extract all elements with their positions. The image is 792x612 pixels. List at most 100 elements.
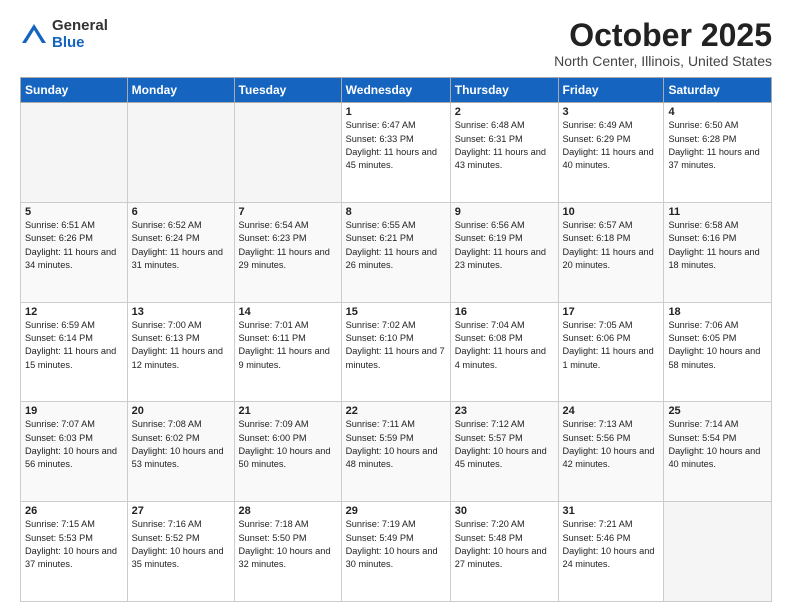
table-row: 16Sunrise: 7:04 AMSunset: 6:08 PMDayligh… [450,302,558,402]
col-thursday: Thursday [450,78,558,103]
day-number: 26 [25,505,123,517]
day-info: Sunrise: 7:07 AMSunset: 6:03 PMDaylight:… [25,418,123,471]
logo-blue: Blue [52,35,108,52]
table-row: 28Sunrise: 7:18 AMSunset: 5:50 PMDayligh… [234,502,341,602]
col-monday: Monday [127,78,234,103]
page: General Blue October 2025 North Center, … [0,0,792,612]
header: General Blue October 2025 North Center, … [20,18,772,69]
calendar-week-row: 19Sunrise: 7:07 AMSunset: 6:03 PMDayligh… [21,402,772,502]
day-info: Sunrise: 7:05 AMSunset: 6:06 PMDaylight:… [563,319,660,372]
day-number: 1 [346,106,446,118]
table-row: 5Sunrise: 6:51 AMSunset: 6:26 PMDaylight… [21,202,128,302]
calendar-week-row: 12Sunrise: 6:59 AMSunset: 6:14 PMDayligh… [21,302,772,402]
table-row: 14Sunrise: 7:01 AMSunset: 6:11 PMDayligh… [234,302,341,402]
day-number: 24 [563,405,660,417]
day-number: 2 [455,106,554,118]
location: North Center, Illinois, United States [554,53,772,69]
day-number: 25 [668,405,767,417]
day-info: Sunrise: 7:04 AMSunset: 6:08 PMDaylight:… [455,319,554,372]
table-row: 9Sunrise: 6:56 AMSunset: 6:19 PMDaylight… [450,202,558,302]
day-number: 9 [455,206,554,218]
day-info: Sunrise: 6:54 AMSunset: 6:23 PMDaylight:… [239,219,337,272]
calendar: Sunday Monday Tuesday Wednesday Thursday… [20,77,772,602]
table-row: 20Sunrise: 7:08 AMSunset: 6:02 PMDayligh… [127,402,234,502]
day-number: 31 [563,505,660,517]
table-row: 7Sunrise: 6:54 AMSunset: 6:23 PMDaylight… [234,202,341,302]
day-number: 27 [132,505,230,517]
day-number: 13 [132,306,230,318]
day-number: 18 [668,306,767,318]
day-number: 30 [455,505,554,517]
day-number: 19 [25,405,123,417]
calendar-week-row: 5Sunrise: 6:51 AMSunset: 6:26 PMDaylight… [21,202,772,302]
day-info: Sunrise: 6:55 AMSunset: 6:21 PMDaylight:… [346,219,446,272]
table-row [234,103,341,203]
day-info: Sunrise: 6:50 AMSunset: 6:28 PMDaylight:… [668,119,767,172]
day-info: Sunrise: 7:13 AMSunset: 5:56 PMDaylight:… [563,418,660,471]
day-info: Sunrise: 6:51 AMSunset: 6:26 PMDaylight:… [25,219,123,272]
day-number: 21 [239,405,337,417]
day-number: 29 [346,505,446,517]
table-row [127,103,234,203]
month-title: October 2025 [554,18,772,53]
day-info: Sunrise: 7:00 AMSunset: 6:13 PMDaylight:… [132,319,230,372]
table-row: 10Sunrise: 6:57 AMSunset: 6:18 PMDayligh… [558,202,664,302]
table-row: 17Sunrise: 7:05 AMSunset: 6:06 PMDayligh… [558,302,664,402]
day-number: 23 [455,405,554,417]
table-row: 19Sunrise: 7:07 AMSunset: 6:03 PMDayligh… [21,402,128,502]
day-number: 14 [239,306,337,318]
day-info: Sunrise: 7:15 AMSunset: 5:53 PMDaylight:… [25,518,123,571]
table-row: 6Sunrise: 6:52 AMSunset: 6:24 PMDaylight… [127,202,234,302]
day-info: Sunrise: 6:49 AMSunset: 6:29 PMDaylight:… [563,119,660,172]
table-row: 22Sunrise: 7:11 AMSunset: 5:59 PMDayligh… [341,402,450,502]
table-row: 24Sunrise: 7:13 AMSunset: 5:56 PMDayligh… [558,402,664,502]
day-number: 5 [25,206,123,218]
day-number: 16 [455,306,554,318]
day-number: 22 [346,405,446,417]
day-info: Sunrise: 7:06 AMSunset: 6:05 PMDaylight:… [668,319,767,372]
table-row [21,103,128,203]
table-row: 1Sunrise: 6:47 AMSunset: 6:33 PMDaylight… [341,103,450,203]
day-info: Sunrise: 6:52 AMSunset: 6:24 PMDaylight:… [132,219,230,272]
table-row: 2Sunrise: 6:48 AMSunset: 6:31 PMDaylight… [450,103,558,203]
header-row: Sunday Monday Tuesday Wednesday Thursday… [21,78,772,103]
day-info: Sunrise: 6:48 AMSunset: 6:31 PMDaylight:… [455,119,554,172]
day-info: Sunrise: 6:58 AMSunset: 6:16 PMDaylight:… [668,219,767,272]
table-row: 11Sunrise: 6:58 AMSunset: 6:16 PMDayligh… [664,202,772,302]
calendar-week-row: 26Sunrise: 7:15 AMSunset: 5:53 PMDayligh… [21,502,772,602]
col-saturday: Saturday [664,78,772,103]
table-row: 23Sunrise: 7:12 AMSunset: 5:57 PMDayligh… [450,402,558,502]
day-info: Sunrise: 7:20 AMSunset: 5:48 PMDaylight:… [455,518,554,571]
table-row: 26Sunrise: 7:15 AMSunset: 5:53 PMDayligh… [21,502,128,602]
day-number: 8 [346,206,446,218]
table-row: 29Sunrise: 7:19 AMSunset: 5:49 PMDayligh… [341,502,450,602]
table-row: 4Sunrise: 6:50 AMSunset: 6:28 PMDaylight… [664,103,772,203]
table-row: 30Sunrise: 7:20 AMSunset: 5:48 PMDayligh… [450,502,558,602]
col-friday: Friday [558,78,664,103]
table-row: 15Sunrise: 7:02 AMSunset: 6:10 PMDayligh… [341,302,450,402]
calendar-week-row: 1Sunrise: 6:47 AMSunset: 6:33 PMDaylight… [21,103,772,203]
day-number: 3 [563,106,660,118]
table-row [664,502,772,602]
day-info: Sunrise: 6:57 AMSunset: 6:18 PMDaylight:… [563,219,660,272]
day-number: 28 [239,505,337,517]
day-info: Sunrise: 7:11 AMSunset: 5:59 PMDaylight:… [346,418,446,471]
day-number: 7 [239,206,337,218]
day-info: Sunrise: 7:08 AMSunset: 6:02 PMDaylight:… [132,418,230,471]
col-wednesday: Wednesday [341,78,450,103]
day-info: Sunrise: 7:21 AMSunset: 5:46 PMDaylight:… [563,518,660,571]
day-info: Sunrise: 7:02 AMSunset: 6:10 PMDaylight:… [346,319,446,372]
day-number: 10 [563,206,660,218]
table-row: 21Sunrise: 7:09 AMSunset: 6:00 PMDayligh… [234,402,341,502]
day-number: 6 [132,206,230,218]
day-info: Sunrise: 6:56 AMSunset: 6:19 PMDaylight:… [455,219,554,272]
day-info: Sunrise: 7:16 AMSunset: 5:52 PMDaylight:… [132,518,230,571]
table-row: 8Sunrise: 6:55 AMSunset: 6:21 PMDaylight… [341,202,450,302]
logo: General Blue [20,18,108,51]
day-number: 11 [668,206,767,218]
table-row: 13Sunrise: 7:00 AMSunset: 6:13 PMDayligh… [127,302,234,402]
col-sunday: Sunday [21,78,128,103]
day-number: 15 [346,306,446,318]
day-info: Sunrise: 7:14 AMSunset: 5:54 PMDaylight:… [668,418,767,471]
day-number: 20 [132,405,230,417]
